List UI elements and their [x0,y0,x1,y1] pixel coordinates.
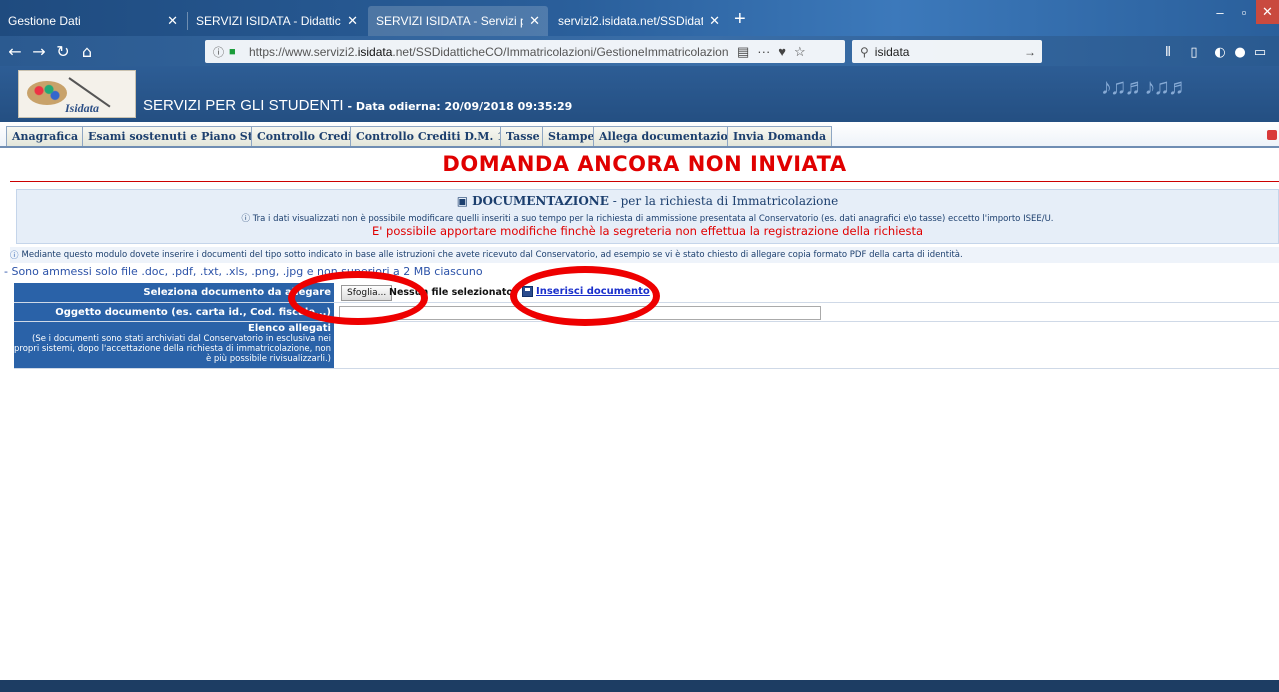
address-bar[interactable]: ⓘ ■ https://www.servizi2.isidata.net/SSD… [205,40,845,63]
annotation-circle-insert [510,266,660,326]
palette-icon [27,81,67,105]
library-icon[interactable]: ⫴ [1160,44,1176,60]
attachments-note: (Se i documenti sono stati archiviati da… [14,334,331,364]
menu-tab-anagrafica[interactable]: Anagrafica [6,126,85,146]
tab-servizi2[interactable]: servizi2.isidata.net/SSDidatticheCO ✕ [550,6,728,36]
url-text: https://www.servizi2.isidata.net/SSDidat… [249,44,729,59]
menu-tabs: Anagrafica Esami sostenuti e Piano Studi… [0,122,1279,148]
info-icon: ⓘ [241,214,253,224]
documentation-heading: ▣ DOCUMENTAZIONE - per la richiesta di Im… [456,194,839,208]
site-header: Isidata SERVIZI PER GLI STUDENTI - Data … [0,66,1279,122]
maximize-icon[interactable]: ▫ [1232,0,1256,24]
search-text: isidata [874,44,910,59]
pocket-icon[interactable]: ♥ [778,44,786,59]
taskbar [0,680,1279,692]
info-icon: ⓘ [10,251,19,261]
reload-icon[interactable]: ↻ [52,40,74,62]
window-close-icon[interactable]: ✕ [1256,0,1279,24]
browser-window: Gestione Dati ✕ SERVIZI ISIDATA - Didatt… [0,0,1279,692]
new-tab-button[interactable]: + [734,8,746,31]
menu-tab-allega-documentazione[interactable]: Allega documentazione [593,126,749,146]
row-attachments-list: Elenco allegati (Se i documenti sono sta… [14,322,1279,369]
documentation-note: ⓘ Tra i dati visualizzati non è possibil… [241,214,1054,224]
menu-tab-stampe[interactable]: Stampe [542,126,601,146]
annotation-circle-browse [288,271,428,325]
tab-gestione-dati[interactable]: Gestione Dati ✕ [0,6,186,36]
menu-tab-invia-domanda[interactable]: Invia Domanda [727,126,833,146]
bookmark-star-icon[interactable]: ☆ [794,44,806,60]
close-tab-icon[interactable]: ✕ [709,13,720,29]
documentation-warning: E' possibile apportare modifiche finchè … [371,224,924,238]
extension-icon[interactable]: ◐ [1212,44,1228,60]
site-title: SERVIZI PER GLI STUDENTI - Data odierna:… [143,97,573,114]
page-actions-icon[interactable]: ··· [757,44,770,59]
menu-tab-tasse[interactable]: Tasse [500,126,546,146]
menu-tab-esami[interactable]: Esami sostenuti e Piano Studi [82,126,279,146]
adblock-icon[interactable]: ● [1232,44,1248,60]
search-go-icon[interactable]: → [1024,45,1036,59]
document-icon: ▣ [456,194,469,208]
document-subject-label: Oggetto documento (es. carta id., Cod. f… [14,303,334,321]
logo-text: Isidata [65,101,100,115]
page-title: DOMANDA ANCORA NON INVIATA [442,152,847,176]
tab-label: servizi2.isidata.net/SSDidatticheCO [558,14,704,28]
close-tab-icon[interactable]: ✕ [529,13,540,29]
current-date: - Data odierna: 20/09/2018 09:35:29 [343,100,573,113]
tab-strip: Gestione Dati ✕ SERVIZI ISIDATA - Didatt… [0,0,1279,36]
sidebar-icon[interactable]: ▯ [1186,44,1202,60]
alert-marker-icon [1267,130,1277,140]
print-icon[interactable]: ▭ [1252,44,1268,60]
instructions-line: ⓘ Mediante questo modulo dovete inserire … [10,247,1279,263]
navigation-bar: ← → ↻ ⌂ ⓘ ■ https://www.servizi2.isidata… [0,36,1279,66]
minimize-icon[interactable]: – [1208,0,1232,24]
close-tab-icon[interactable]: ✕ [347,13,358,29]
back-icon[interactable]: ← [4,40,26,62]
info-icon[interactable]: ⓘ [213,44,227,60]
attachments-title: Elenco allegati [248,323,331,334]
attachments-label: Elenco allegati (Se i documenti sono sta… [14,322,334,368]
tab-label: Gestione Dati [8,14,81,28]
allowed-files-note: - Sono ammessi solo file .doc, .pdf, .tx… [4,265,483,278]
documentation-panel: ▣ DOCUMENTAZIONE - per la richiesta di Im… [16,189,1279,244]
reader-view-icon[interactable]: ▤ [737,44,749,60]
tab-label: SERVIZI ISIDATA - Servizi per gli stu [376,14,523,28]
isidata-logo: Isidata [18,70,136,118]
search-bar[interactable]: ⚲ isidata → [852,40,1042,63]
tab-servizi-studenti[interactable]: SERVIZI ISIDATA - Servizi per gli stu ✕ [368,6,548,36]
main-content: DOMANDA ANCORA NON INVIATA ▣ DOCUMENTAZIO… [4,150,1279,680]
search-icon: ⚲ [860,44,869,59]
tab-label: SERVIZI ISIDATA - Didattica Conser [196,14,341,28]
lock-icon: ■ [229,45,236,58]
select-document-label: Seleziona documento da allegare [14,283,334,302]
home-icon[interactable]: ⌂ [76,40,98,62]
close-tab-icon[interactable]: ✕ [167,13,178,29]
title-divider [10,181,1279,182]
forward-icon[interactable]: → [28,40,50,62]
tab-didattica[interactable]: SERVIZI ISIDATA - Didattica Conser ✕ [188,6,366,36]
music-notes-decoration: ♪♫♬♪♫♬ [1101,74,1190,99]
